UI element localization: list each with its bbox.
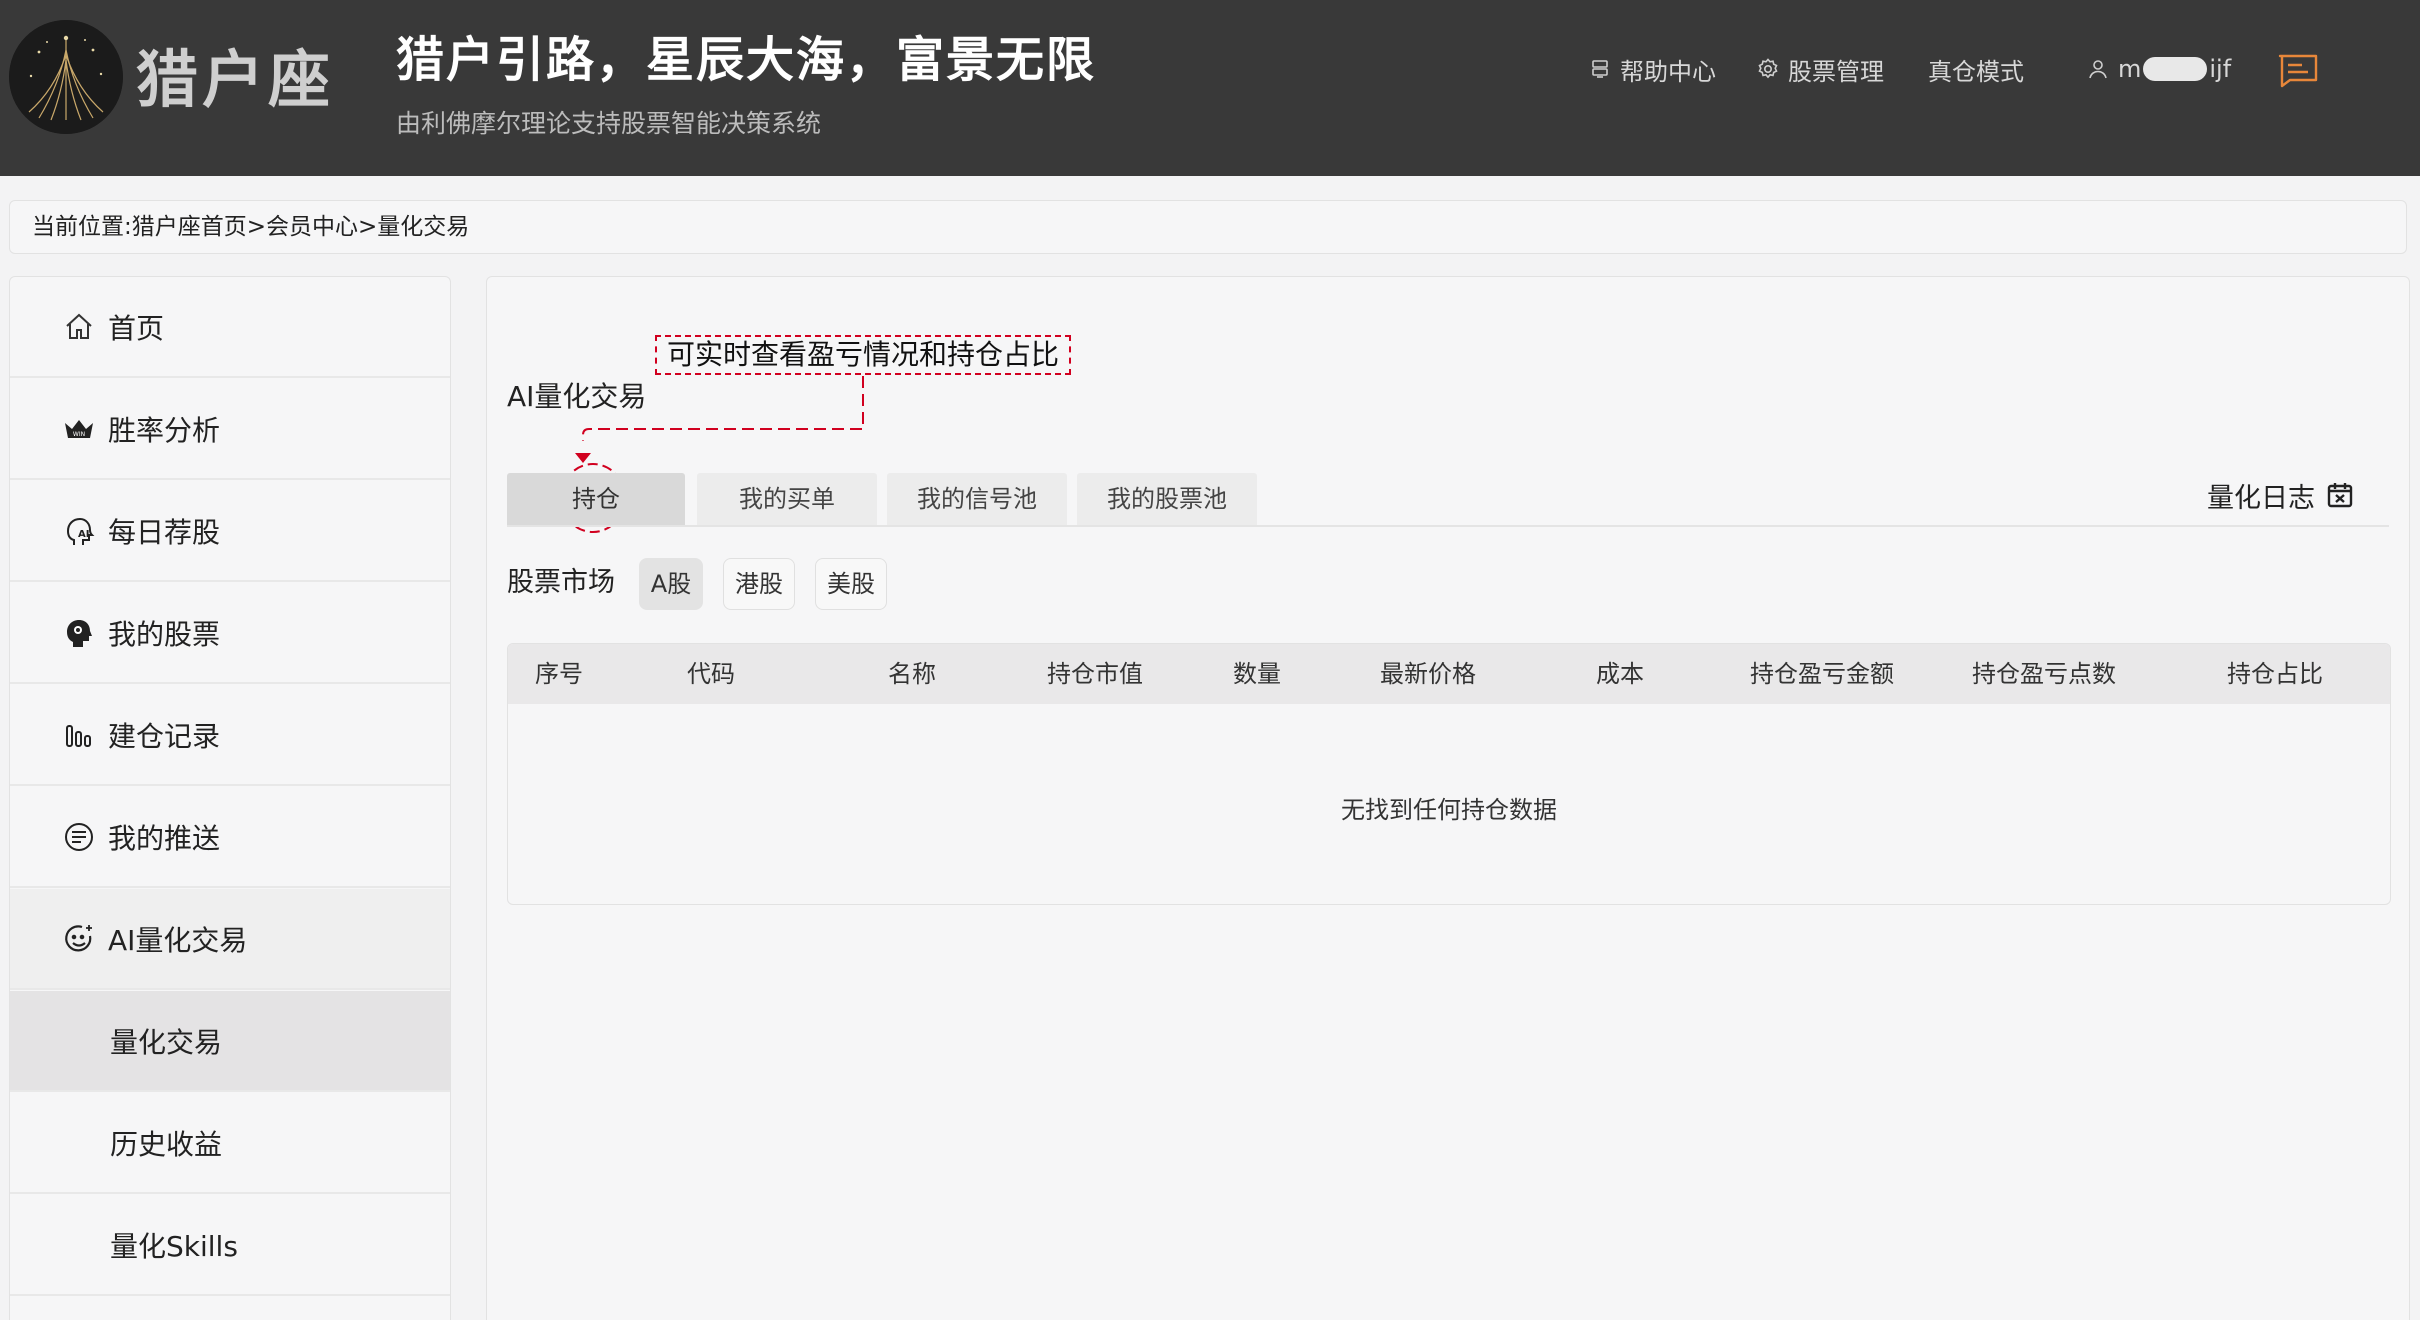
column-header[interactable]: 名称 <box>888 644 936 704</box>
sidebar-item-my-stocks[interactable]: 我的股票 <box>10 583 450 684</box>
sidebar-item-label: 量化Skills <box>110 1229 238 1263</box>
help-doc-icon <box>1592 60 1608 78</box>
callout-annotation: 可实时查看盈亏情况和持仓占比 <box>655 335 1072 375</box>
slogan-subtitle: 由利佛摩尔理论支持股票智能决策系统 <box>396 109 822 138</box>
empty-state-message: 无找到任何持仓数据 <box>1341 796 1557 824</box>
column-header[interactable]: 数量 <box>1233 644 1281 704</box>
breadcrumb: 当前位置:猎户座首页>会员中心>量化交易 <box>9 200 2407 254</box>
tab-my-signal-pool[interactable]: 我的信号池 <box>887 473 1067 525</box>
market-a-share[interactable]: A股 <box>639 558 703 610</box>
column-header[interactable]: 持仓盈亏点数 <box>1972 644 2116 704</box>
crown-win-icon: WIN <box>65 419 93 438</box>
ai-smile-icon <box>65 924 92 951</box>
calendar-close-icon <box>2327 483 2353 508</box>
column-header[interactable]: 持仓占比 <box>2227 644 2323 704</box>
stock-manage-link[interactable]: 股票管理 <box>1756 50 1884 88</box>
sidebar-item-my-push[interactable]: 我的推送 <box>10 787 450 888</box>
page-title: AI量化交易 <box>507 380 647 413</box>
svg-text:WIN: WIN <box>73 431 85 438</box>
top-header: 猎户座 猎户引路，星辰大海，富景无限 由利佛摩尔理论支持股票智能决策系统 帮助中… <box>0 0 2420 176</box>
tabs-divider <box>507 525 2389 527</box>
sidebar-item-label: AI量化交易 <box>108 923 248 957</box>
sidebar-item-position-record[interactable]: 建仓记录 <box>10 685 450 786</box>
sidebar-item-ai-quant[interactable]: AI量化交易 <box>10 889 450 990</box>
help-center-link[interactable]: 帮助中心 <box>1588 50 1716 88</box>
sidebar-item-label: 每日荐股 <box>108 515 221 549</box>
sidebar-item-label: 首页 <box>108 311 165 345</box>
column-header[interactable]: 序号 <box>535 644 583 704</box>
sidebar-item-label: 我的推送 <box>108 821 221 855</box>
column-header[interactable]: 最新价格 <box>1380 644 1476 704</box>
sidebar-item-label: 我的股票 <box>108 617 221 651</box>
svg-text:AI: AI <box>78 529 89 540</box>
sidebar-item-label: 历史收益 <box>110 1127 223 1161</box>
tab-my-stock-pool[interactable]: 我的股票池 <box>1077 473 1257 525</box>
stock-manage-label: 股票管理 <box>1788 57 1884 86</box>
user-name-mask <box>2143 57 2208 81</box>
message-icon[interactable] <box>2276 52 2320 88</box>
quant-log-link[interactable]: 量化日志 <box>2207 473 2355 517</box>
market-hk-share[interactable]: 港股 <box>723 558 795 610</box>
user-icon <box>2089 60 2107 79</box>
home-icon <box>66 313 92 339</box>
logo-icon[interactable] <box>9 20 123 134</box>
ai-head-icon: AI <box>66 517 95 545</box>
tab-my-buy-orders[interactable]: 我的买单 <box>697 473 877 525</box>
column-header[interactable]: 代码 <box>687 644 735 704</box>
market-label: 股票市场 <box>507 567 615 598</box>
market-us-share[interactable]: 美股 <box>815 558 887 610</box>
bar-chart-icon <box>66 724 91 747</box>
brand-name[interactable]: 猎户座 <box>136 40 334 120</box>
help-center-label: 帮助中心 <box>1620 57 1716 86</box>
user-account[interactable]: m ijf <box>2086 50 2231 88</box>
main-panel: AI量化交易 可实时查看盈亏情况和持仓占比 持仓 我的买单 我的信号池 我的股票… <box>486 276 2410 1320</box>
push-message-icon <box>65 822 93 851</box>
sidebar-item-quant-skills[interactable]: 量化Skills <box>10 1195 450 1296</box>
table-header: 序号 代码 名称 持仓市值 数量 最新价格 成本 持仓盈亏金额 持仓盈亏点数 持… <box>508 644 2390 704</box>
real-mode-link[interactable]: 真仓模式 <box>1928 50 2024 88</box>
sidebar-item-daily-pick[interactable]: AI 每日荐股 <box>10 481 450 582</box>
user-name-suffix: ijf <box>2209 55 2232 83</box>
real-mode-label: 真仓模式 <box>1928 57 2024 86</box>
gear-icon <box>1758 58 1778 79</box>
tab-holdings[interactable]: 持仓 <box>507 473 685 525</box>
holdings-table: 序号 代码 名称 持仓市值 数量 最新价格 成本 持仓盈亏金额 持仓盈亏点数 持… <box>507 643 2391 905</box>
sidebar-item-quant-trade[interactable]: 量化交易 <box>10 991 450 1092</box>
column-header[interactable]: 持仓盈亏金额 <box>1750 644 1894 704</box>
sidebar: 首页 WIN 胜率分析 AI 每日荐股 我的股票 建仓记录 我的推送 AI量化交… <box>9 276 451 1320</box>
sidebar-item-win-rate[interactable]: WIN 胜率分析 <box>10 379 450 480</box>
user-name-prefix: m <box>2118 55 2142 83</box>
sidebar-item-label: 胜率分析 <box>108 413 221 447</box>
slogan-title: 猎户引路，星辰大海，富景无限 <box>396 32 1097 88</box>
column-header[interactable]: 持仓市值 <box>1047 644 1143 704</box>
brain-head-icon <box>67 619 92 647</box>
sidebar-item-label: 量化交易 <box>110 1025 223 1059</box>
quant-log-label: 量化日志 <box>2207 482 2315 514</box>
sidebar-item-home[interactable]: 首页 <box>10 277 450 378</box>
sidebar-item-history-profit[interactable]: 历史收益 <box>10 1093 450 1194</box>
column-header[interactable]: 成本 <box>1596 644 1644 704</box>
sidebar-item-label: 建仓记录 <box>108 719 221 753</box>
